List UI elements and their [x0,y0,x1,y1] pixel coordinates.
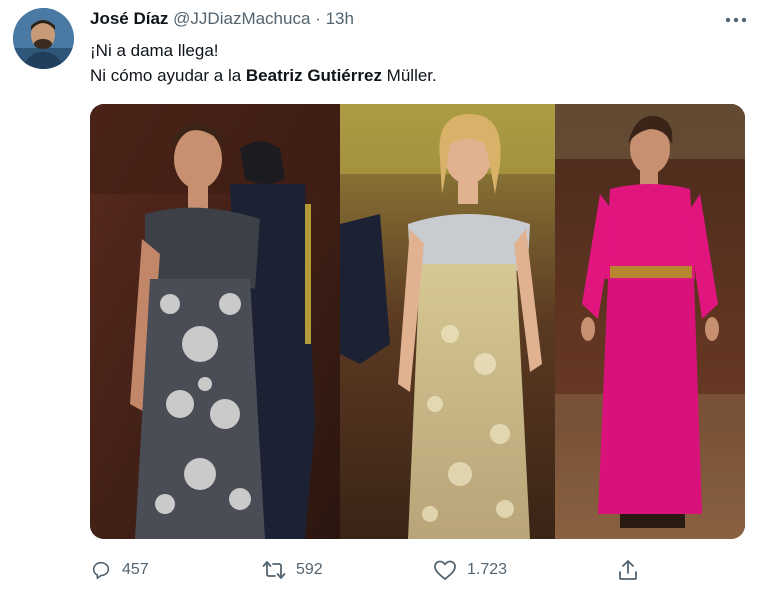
retweet-icon [262,561,286,579]
tweet-timestamp[interactable]: 13h [326,9,354,28]
more-dots-icon [725,17,747,23]
retweet-button[interactable]: 592 [262,552,323,588]
avatar-image [13,8,74,69]
author-handle[interactable]: @JJDiazMachuca [173,9,310,28]
reply-count: 457 [122,561,149,578]
tweet-text-line-2-suffix: Müller. [381,66,437,85]
tweet-text-line-1: ¡Ni a dama llega! [90,41,219,60]
tweet-text-line-2: Ni cómo ayudar a la Beatriz Gutiérrez Mü… [90,63,437,88]
tweet-header: José Díaz @JJDiazMachuca · 13h [90,8,354,30]
share-button[interactable] [617,552,639,588]
tweet-text-line-2-prefix: Ni cómo ayudar a la [90,66,246,85]
more-button[interactable] [722,8,750,32]
like-count: 1.723 [467,561,508,578]
retweet-count: 592 [296,561,323,578]
reply-button[interactable]: 457 [90,552,149,588]
tweet-text: ¡Ni a dama llega! Ni cómo ayudar a la Be… [90,38,437,88]
reply-bubble-icon [92,561,110,580]
photo-panel-1 [90,104,340,539]
tweet-actions: 457 592 1.723 [0,552,768,588]
media-photo-collage [90,104,745,539]
tweet: José Díaz @JJDiazMachuca · 13h ¡Ni a dam… [0,0,768,598]
photo-panel-2 [340,104,555,539]
tweet-text-line-2-bold: Beatriz Gutiérrez [245,66,382,85]
share-upload-icon [619,560,637,580]
author-name[interactable]: José Díaz [90,9,168,28]
heart-icon [434,560,456,580]
header-separator: · [315,9,321,28]
tweet-media[interactable] [90,104,745,539]
avatar[interactable] [13,8,74,69]
like-button[interactable]: 1.723 [433,552,507,588]
photo-panel-3 [555,104,745,539]
